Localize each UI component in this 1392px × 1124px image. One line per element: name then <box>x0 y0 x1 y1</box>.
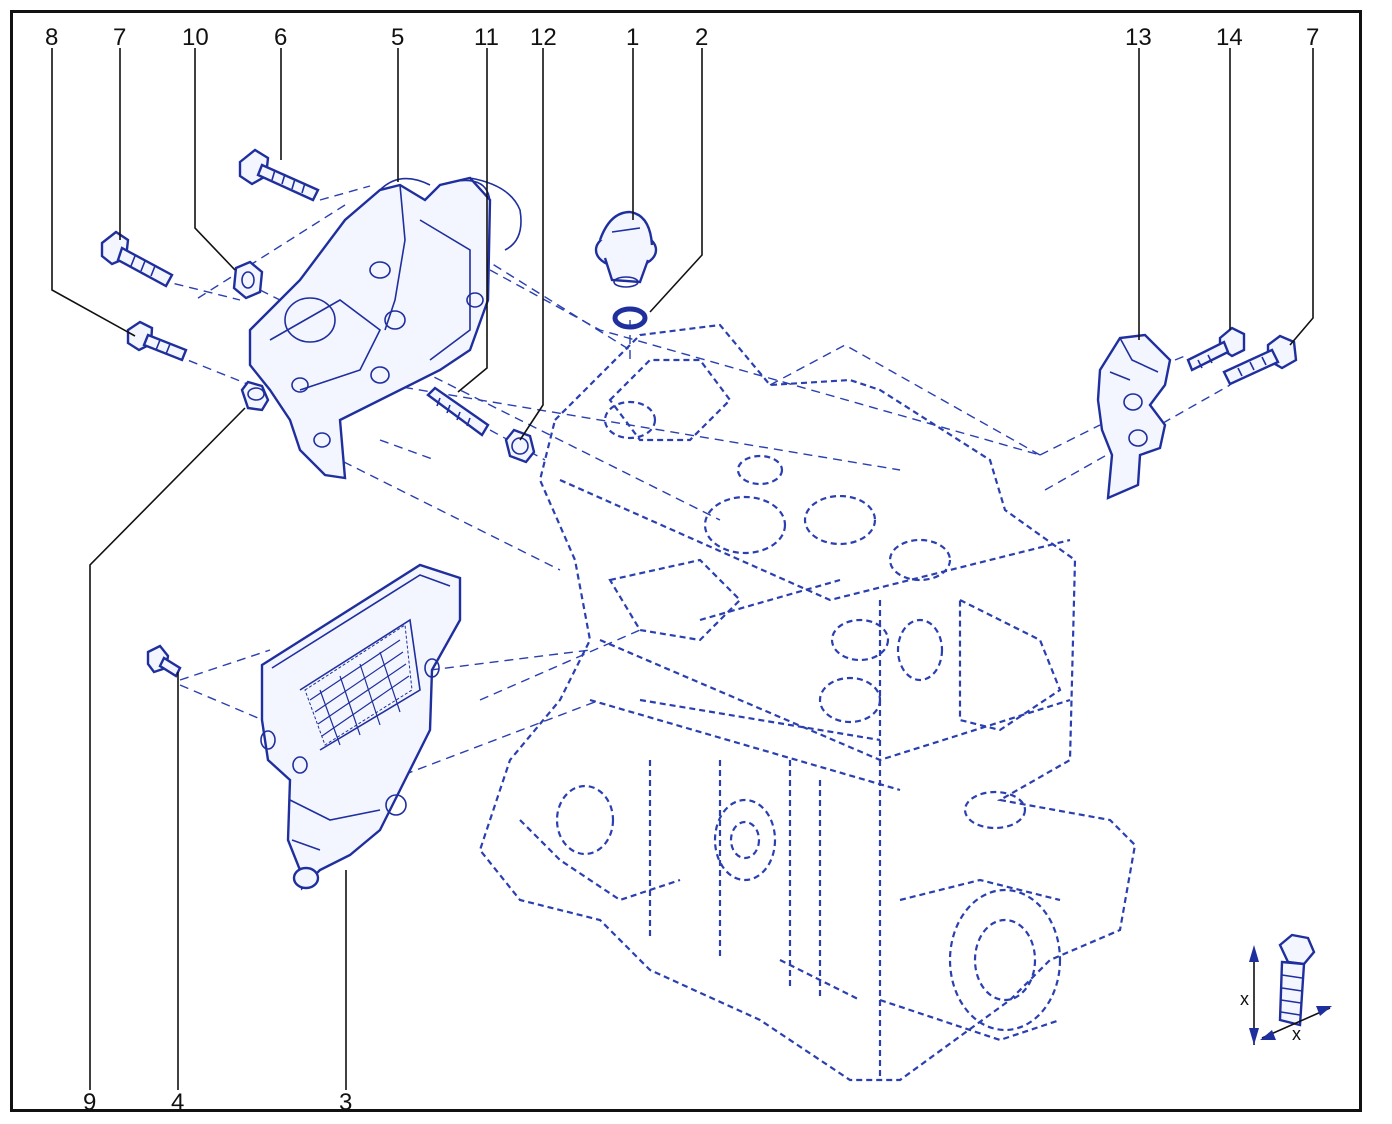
callout-6: 6 <box>274 24 287 51</box>
screw-4-part <box>146 644 182 678</box>
callout-7-right: 7 <box>1306 24 1319 51</box>
callout-5: 5 <box>391 24 404 51</box>
stud-11-part <box>426 386 490 437</box>
callout-13: 13 <box>1125 24 1152 51</box>
bolt-6-part <box>238 148 320 202</box>
bolt-14-part <box>1186 326 1246 372</box>
bolt-8-part <box>126 320 188 362</box>
timing-cover-3-part <box>260 563 462 891</box>
exploded-view-diagram: 1 2 5 6 7 8 10 11 12 13 14 7 9 4 3 x x <box>45 24 1332 1116</box>
oil-filler-cap-part <box>594 210 658 288</box>
callout-14: 14 <box>1216 24 1243 51</box>
callout-labels: 1 2 5 6 7 8 10 11 12 13 14 7 9 4 3 <box>45 24 1319 1116</box>
dimension-x-horizontal: x <box>1292 1024 1301 1044</box>
nut-10-part <box>232 260 264 300</box>
callout-8: 8 <box>45 24 58 51</box>
bushing-9-part <box>240 380 270 412</box>
callout-10: 10 <box>182 24 209 51</box>
callout-12: 12 <box>530 24 557 51</box>
sensor-bracket-13-part <box>1096 333 1172 500</box>
bolt-dimension-symbol: x x <box>1240 933 1332 1045</box>
callout-2: 2 <box>695 24 708 51</box>
bolt-7-left-part <box>100 230 174 288</box>
callout-4: 4 <box>171 1089 184 1116</box>
callout-9: 9 <box>83 1089 96 1116</box>
dimension-x-vertical: x <box>1240 989 1249 1009</box>
callout-3: 3 <box>339 1089 352 1116</box>
callout-11: 11 <box>474 24 499 51</box>
callout-7-left: 7 <box>113 24 126 51</box>
callout-1: 1 <box>626 24 639 51</box>
leader-lines <box>51 48 1314 1090</box>
sleeve-12-part <box>504 428 536 464</box>
engine-block-outline <box>478 323 1137 1082</box>
